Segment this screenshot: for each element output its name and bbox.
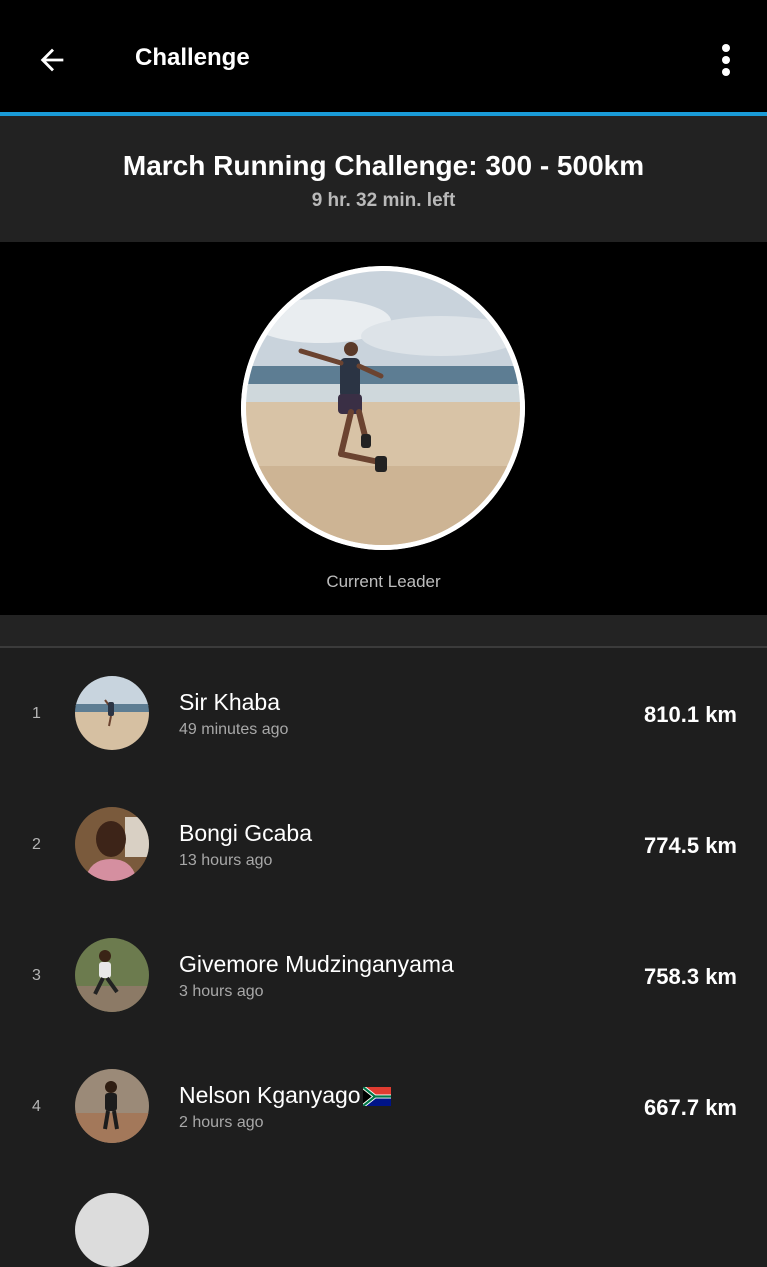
leaderboard-row[interactable]: 3 Givemore Mudzinganyama 3 hours ago 758… [0,910,767,1041]
leader-photo-image [241,266,525,550]
avatar[interactable] [75,676,149,750]
last-activity-time: 49 minutes ago [179,721,289,738]
athlete-name: Givemore Mudzinganyama [179,951,454,977]
app-bar: Challenge [0,0,767,112]
athlete-name: Sir Khaba [179,689,281,715]
rank-number: 2 [32,836,41,853]
current-leader-label: Current Leader [326,572,441,591]
back-button[interactable] [30,38,74,82]
last-activity-time: 3 hours ago [179,983,264,1000]
avatar[interactable] [75,938,149,1012]
distance-value: 810.1 km [644,702,737,727]
rank-number: 3 [32,967,41,984]
page-title: Challenge [135,44,250,71]
distance-value: 774.5 km [644,833,737,858]
challenge-header: March Running Challenge: 300 - 500km 9 h… [0,116,767,242]
rank-number: 1 [32,705,41,722]
distance-value: 667.7 km [644,1095,737,1120]
athlete-name-text: Nelson Kganyago [179,1082,361,1108]
arrow-left-icon [40,48,64,72]
avatar[interactable] [75,807,149,881]
athlete-name: Nelson Kganyago [179,1082,391,1109]
avatar[interactable] [75,1069,149,1143]
leaderboard-list: 1 Sir Khaba 49 minutes ago 810.1 km 2 Bo… [0,648,767,1172]
last-activity-time: 2 hours ago [179,1114,264,1131]
current-leader-section: Current Leader [0,242,767,615]
leader-avatar[interactable] [241,266,525,550]
leaderboard-row[interactable]: 2 Bongi Gcaba 13 hours ago 774.5 km [0,779,767,910]
south-africa-flag-icon [362,1087,391,1107]
leaderboard-row[interactable]: 4 Nelson Kganyago 2 hours ago 667.7 km [0,1041,767,1172]
rank-number: 4 [32,1098,41,1115]
last-activity-time: 13 hours ago [179,852,273,869]
section-gap [0,615,767,646]
avatar[interactable] [75,1193,149,1267]
more-options-button[interactable] [706,38,746,82]
leaderboard-row[interactable]: 1 Sir Khaba 49 minutes ago 810.1 km [0,648,767,779]
time-remaining: 9 hr. 32 min. left [311,190,456,211]
challenge-title: March Running Challenge: 300 - 500km [122,150,645,181]
more-vertical-icon [722,44,730,76]
athlete-name: Bongi Gcaba [179,820,312,846]
distance-value: 758.3 km [644,964,737,989]
